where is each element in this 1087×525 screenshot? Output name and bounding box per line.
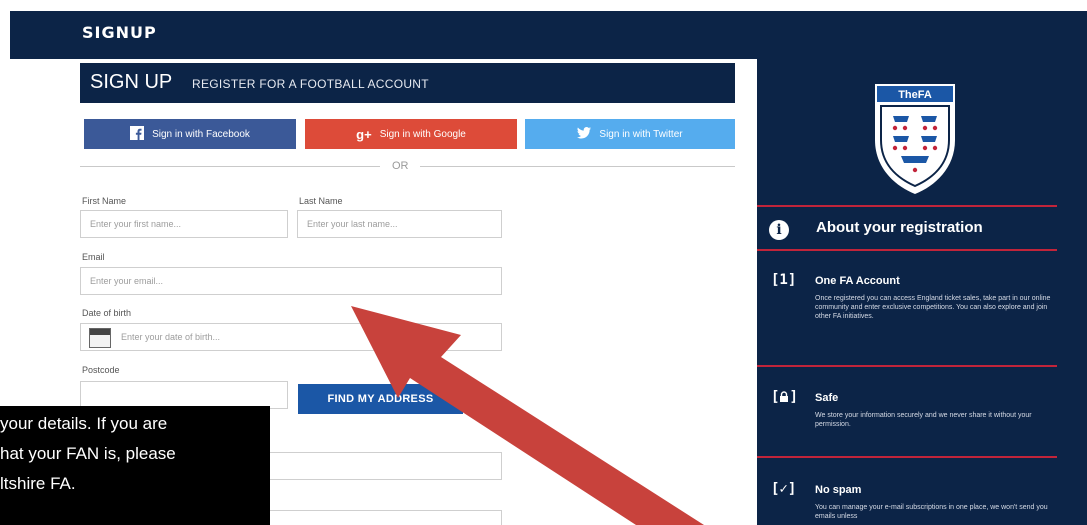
safe-title: Safe bbox=[815, 392, 839, 404]
facebook-signin-label: Sign in with Facebook bbox=[152, 128, 250, 140]
fa-logo-text: TheFA bbox=[898, 89, 932, 101]
one-fa-account-text: Once registered you can access England t… bbox=[815, 295, 1051, 320]
first-name-input[interactable]: Enter your first name... bbox=[80, 210, 288, 238]
header-bar: SIGNUP bbox=[10, 11, 1087, 59]
dob-placeholder: Enter your date of birth... bbox=[121, 332, 221, 342]
divider-line-left bbox=[80, 166, 380, 167]
dob-input[interactable]: Enter your date of birth... bbox=[80, 323, 502, 351]
google-signin-label: Sign in with Google bbox=[379, 128, 466, 140]
caption-overlay: your details. If you are hat your FAN is… bbox=[0, 406, 270, 525]
info-icon: i bbox=[769, 220, 789, 240]
number-one-icon: [1] bbox=[771, 272, 797, 288]
twitter-signin-label: Sign in with Twitter bbox=[599, 128, 683, 140]
twitter-signin-button[interactable]: Sign in with Twitter bbox=[525, 119, 735, 149]
one-fa-account-title: One FA Account bbox=[815, 275, 900, 287]
no-spam-title: No spam bbox=[815, 484, 862, 496]
last-name-placeholder: Enter your last name... bbox=[307, 219, 398, 229]
page: SIGNUP SIGN UP REGISTER FOR A FOOTBALL A… bbox=[0, 0, 1087, 525]
or-divider-text: OR bbox=[392, 160, 409, 172]
google-plus-icon: g+ bbox=[356, 126, 372, 142]
calendar-icon[interactable] bbox=[89, 328, 111, 348]
first-name-label: First Name bbox=[82, 196, 127, 206]
signup-title: SIGN UP bbox=[90, 71, 173, 93]
separator-4 bbox=[757, 456, 1057, 458]
twitter-icon bbox=[577, 126, 592, 142]
no-spam-text: You can manage your e-mail subscriptions… bbox=[815, 504, 1048, 520]
facebook-signin-button[interactable]: Sign in with Facebook bbox=[84, 119, 296, 149]
caption-line-2: hat your FAN is, please bbox=[0, 444, 176, 463]
google-signin-button[interactable]: g+ Sign in with Google bbox=[305, 119, 517, 149]
separator-1 bbox=[757, 205, 1057, 207]
email-placeholder: Enter your email... bbox=[90, 276, 164, 286]
caption-line-3: ltshire FA. bbox=[0, 474, 76, 493]
separator-3 bbox=[757, 365, 1057, 367]
checkmark-icon: [✓] bbox=[771, 481, 797, 497]
email-input[interactable]: Enter your email... bbox=[80, 267, 502, 295]
postcode-input[interactable] bbox=[80, 381, 288, 409]
fa-crest-logo: TheFA bbox=[875, 84, 955, 194]
postcode-label: Postcode bbox=[82, 365, 120, 375]
safe-text: We store your information securely and w… bbox=[815, 412, 1032, 428]
dob-label: Date of birth bbox=[82, 308, 132, 318]
signup-title-bar: SIGN UP REGISTER FOR A FOOTBALL ACCOUNT bbox=[80, 63, 735, 103]
signup-subtitle: REGISTER FOR A FOOTBALL ACCOUNT bbox=[192, 77, 429, 91]
info-panel: TheFA i About your registration [1] One … bbox=[757, 59, 1087, 525]
about-heading: About your registration bbox=[816, 219, 983, 236]
lock-icon: [] bbox=[771, 389, 798, 405]
last-name-input[interactable]: Enter your last name... bbox=[297, 210, 502, 238]
find-address-button[interactable]: FIND MY ADDRESS bbox=[298, 384, 463, 414]
last-name-label: Last Name bbox=[299, 196, 343, 206]
header-title: SIGNUP bbox=[82, 23, 157, 42]
first-name-placeholder: Enter your first name... bbox=[90, 219, 182, 229]
email-label: Email bbox=[82, 252, 105, 262]
separator-2 bbox=[757, 249, 1057, 251]
divider-line-right bbox=[420, 166, 735, 167]
caption-line-1: your details. If you are bbox=[0, 414, 168, 433]
facebook-icon bbox=[130, 125, 145, 143]
